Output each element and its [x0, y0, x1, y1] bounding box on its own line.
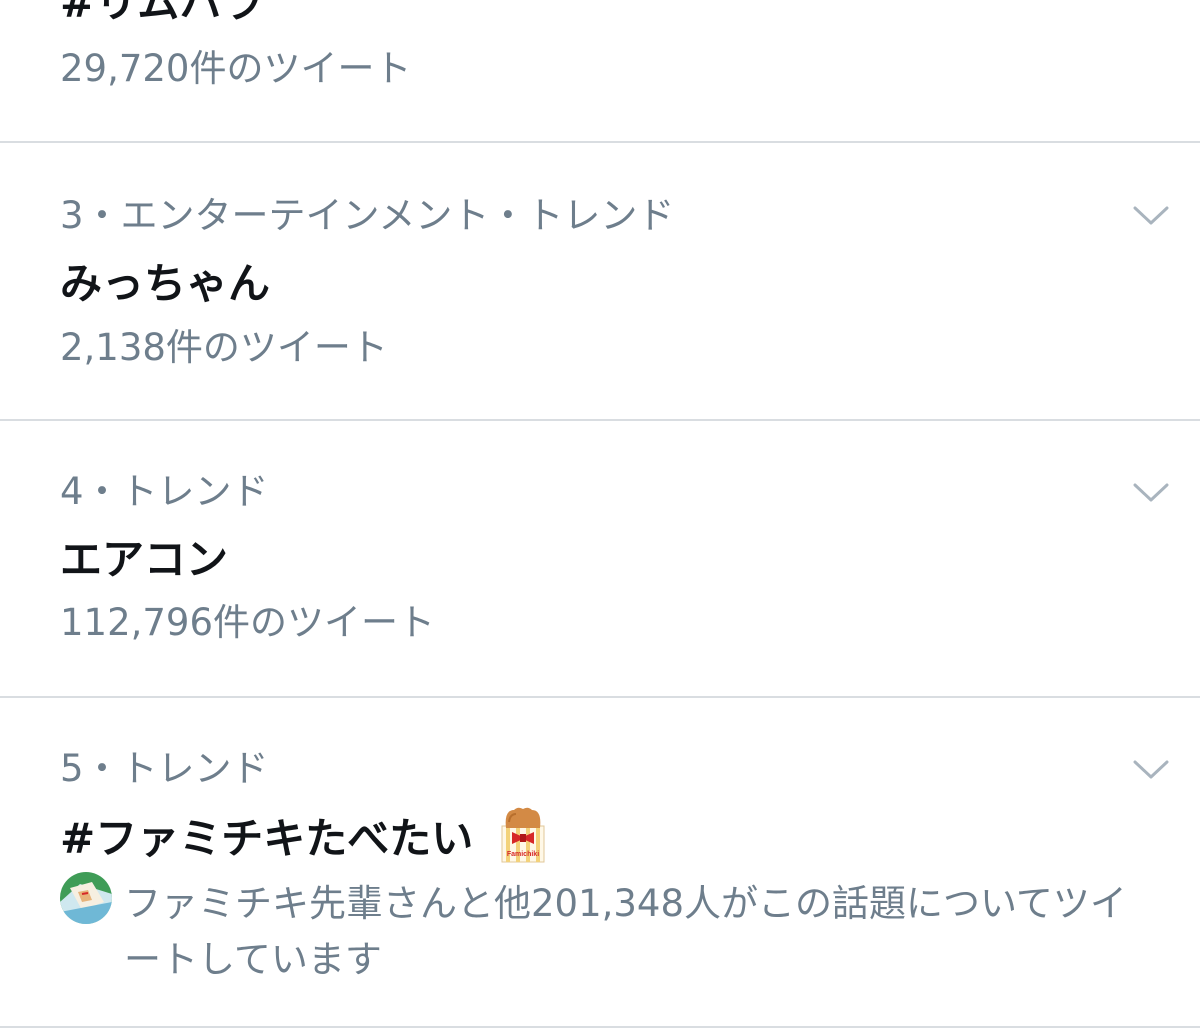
chevron-down-icon[interactable] — [1132, 481, 1170, 505]
trend-tweet-count: 112,796件のツイート — [60, 601, 436, 644]
chevron-down-icon[interactable] — [1132, 758, 1170, 782]
trend-item[interactable]: 4・トレンド エアコン 112,796件のツイート — [0, 421, 1200, 698]
trend-name: #リムハラ — [60, 0, 264, 27]
famichiki-icon: Famichiki — [501, 807, 545, 863]
trend-context-label: 3・エンターテインメント・トレンド — [60, 194, 675, 237]
chevron-down-icon[interactable] — [1132, 204, 1170, 228]
trend-tweet-count: 29,720件のツイート — [60, 47, 412, 90]
trend-tweet-count: 2,138件のツイート — [60, 326, 388, 369]
trend-name: エアコン — [60, 535, 229, 584]
trend-name: みっちゃん — [60, 259, 271, 308]
trend-name: #ファミチキたべたい — [60, 814, 474, 863]
trend-context-label: 4・トレンド — [60, 470, 269, 513]
avatar[interactable] — [60, 872, 112, 924]
trend-item[interactable]: #リムハラ 29,720件のツイート — [0, 0, 1200, 143]
trend-item[interactable]: 5・トレンド #ファミチキたべたい Famichiki ファミチキ先輩さんと他2… — [0, 698, 1200, 1028]
trend-social-context: ファミチキ先輩さんと他201,348人がこの話題についてツイートしています — [124, 882, 1127, 981]
svg-text:Famichiki: Famichiki — [507, 851, 539, 858]
trend-item[interactable]: 3・エンターテインメント・トレンド みっちゃん 2,138件のツイート — [0, 143, 1200, 421]
trend-context-label: 5・トレンド — [60, 747, 269, 790]
